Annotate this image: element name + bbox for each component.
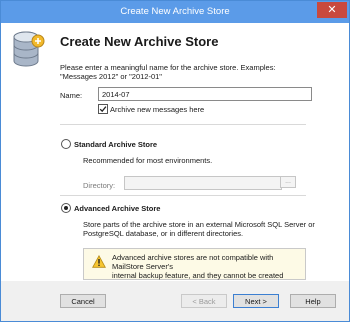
warning-icon: [92, 255, 106, 268]
intro-line-2: "Messages 2012" or "2012-01": [60, 72, 162, 81]
directory-label: Directory:: [83, 181, 116, 190]
divider: [60, 195, 306, 196]
standard-description: Recommended for most environments.: [83, 156, 213, 165]
archive-new-checkbox[interactable]: [98, 104, 108, 115]
advanced-description-line-1: Store parts of the archive store in an e…: [83, 220, 315, 229]
name-input[interactable]: [98, 87, 312, 101]
radio-selected-dot: [64, 206, 68, 211]
browse-button[interactable]: ...: [280, 176, 296, 188]
advanced-radio-label: Advanced Archive Store: [74, 203, 161, 213]
button-bar: Cancel < Back Next > Help: [1, 281, 349, 321]
intro-text: Please enter a meaningful name for the a…: [60, 63, 300, 81]
advanced-radio-row[interactable]: Advanced Archive Store: [61, 203, 160, 215]
archive-new-checkbox-row[interactable]: Archive new messages here: [98, 104, 205, 115]
warning-box: Advanced archive stores are not compatib…: [83, 248, 306, 289]
close-button[interactable]: ✕: [317, 2, 347, 18]
warning-line-1: Advanced archive stores are not compatib…: [112, 253, 274, 271]
divider: [60, 124, 306, 125]
advanced-description-line-2: PostgreSQL database, or in different dir…: [83, 229, 244, 238]
directory-input[interactable]: [124, 176, 282, 190]
page-title: Create New Archive Store: [60, 34, 219, 49]
cancel-button[interactable]: Cancel: [60, 294, 106, 308]
help-button[interactable]: Help: [290, 294, 336, 308]
dialog-window: Create New Archive Store ✕ Create New Ar…: [0, 0, 350, 322]
back-button[interactable]: < Back: [181, 294, 227, 308]
check-icon: [99, 106, 107, 113]
database-icon: [13, 31, 45, 67]
close-icon: ✕: [327, 4, 337, 16]
standard-radio-row[interactable]: Standard Archive Store: [61, 139, 157, 151]
window-title: Create New Archive Store: [120, 6, 230, 17]
archive-new-label: Archive new messages here: [110, 104, 205, 114]
standard-radio-label: Standard Archive Store: [74, 139, 158, 149]
intro-line-1: Please enter a meaningful name for the a…: [60, 63, 276, 72]
content-panel: Create New Archive Store Please enter a …: [1, 23, 349, 289]
advanced-description: Store parts of the archive store in an e…: [83, 220, 315, 238]
advanced-radio[interactable]: [61, 203, 71, 214]
next-button[interactable]: Next >: [233, 294, 279, 308]
name-label: Name:: [60, 91, 83, 100]
standard-radio[interactable]: [61, 139, 71, 150]
title-bar[interactable]: Create New Archive Store ✕: [1, 1, 349, 23]
